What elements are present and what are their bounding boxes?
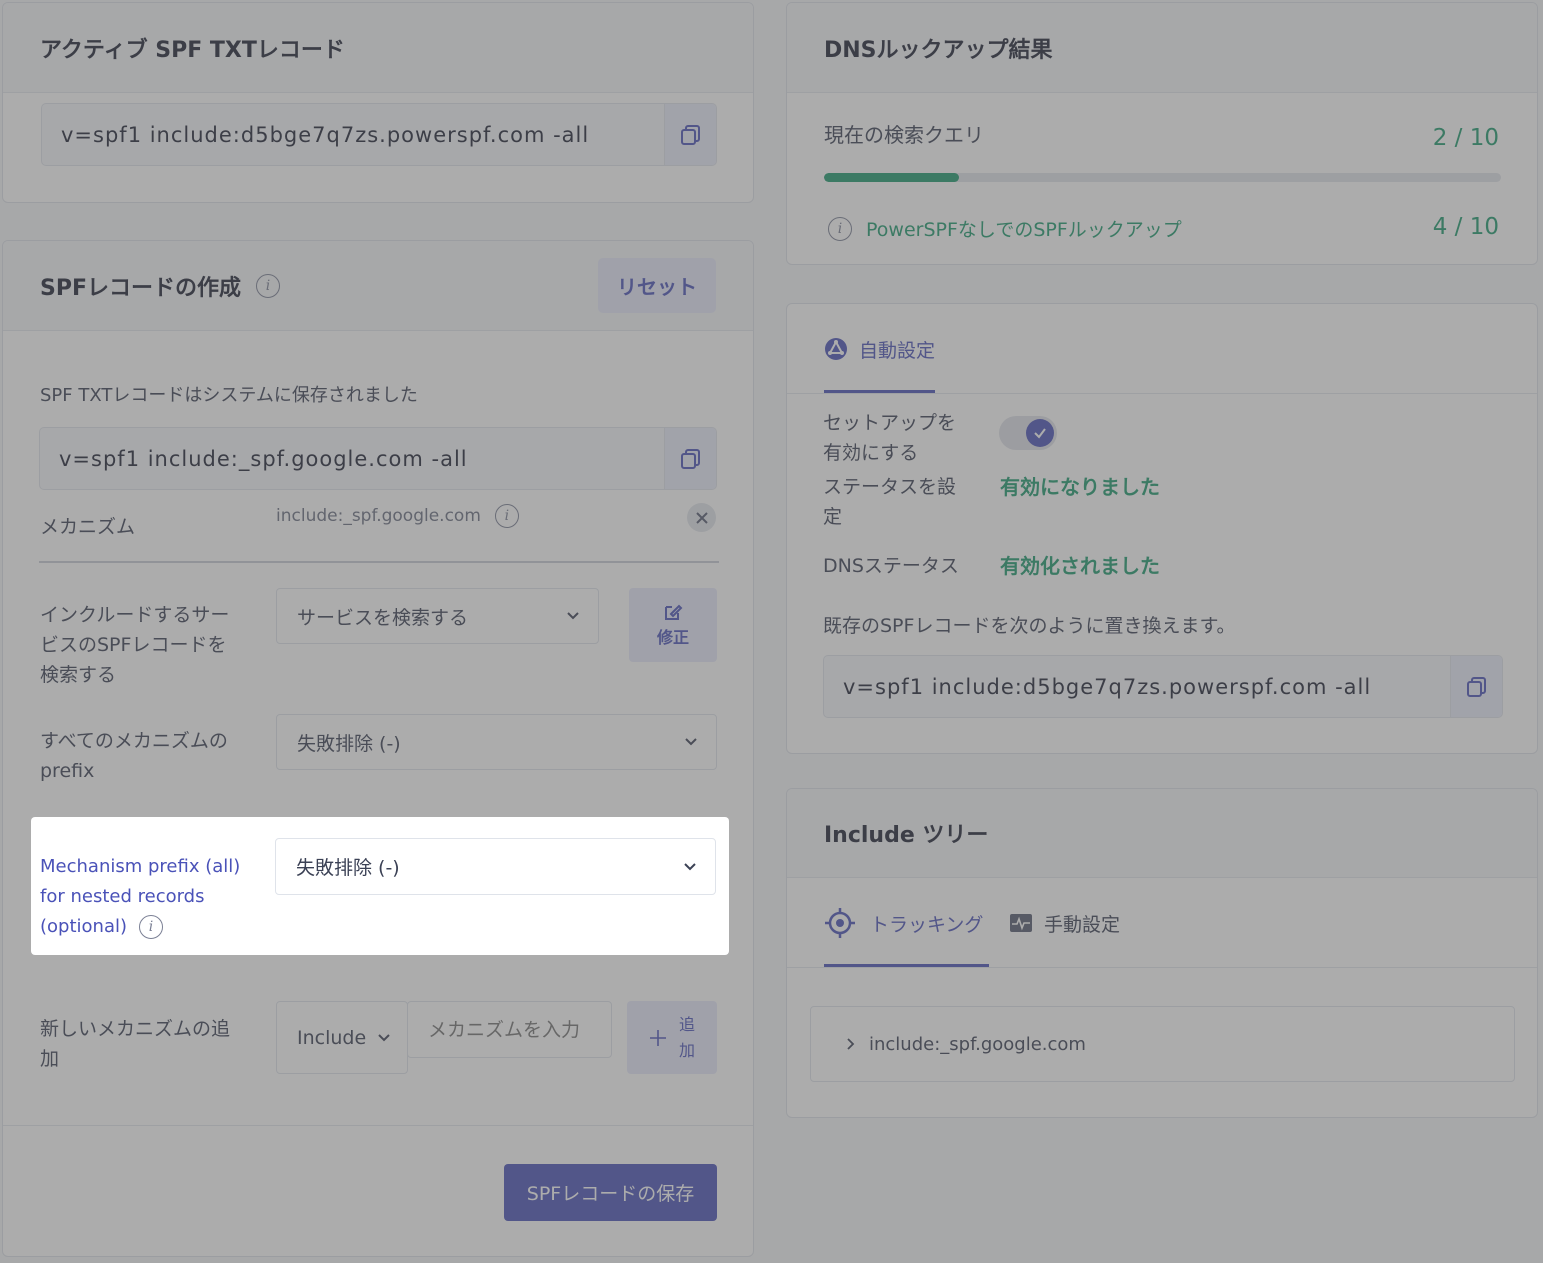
- remove-mechanism-button[interactable]: [687, 503, 716, 532]
- chevron-down-icon: [685, 738, 697, 746]
- nested-prefix-value: 失敗排除 (-): [296, 857, 400, 879]
- copy-button[interactable]: [664, 428, 716, 489]
- mechanism-label: メカニズム: [40, 516, 136, 538]
- info-icon[interactable]: i: [828, 216, 852, 241]
- spf-builder-header: SPFレコードの作成 i リセット: [3, 241, 753, 331]
- saved-record-value[interactable]: v=spf1 include:_spf.google.com -all: [40, 428, 664, 489]
- active-record-field: v=spf1 include:d5bge7q7zs.powerspf.com -…: [41, 103, 717, 166]
- active-record-title: アクティブ SPF TXTレコード: [40, 37, 345, 63]
- auto-setup-icon: [825, 338, 847, 360]
- active-record-header: アクティブ SPF TXTレコード: [3, 3, 753, 93]
- spf-builder-title: SPFレコードの作成: [40, 275, 241, 301]
- save-spf-button-label: SPFレコードの保存: [526, 1183, 695, 1205]
- current-query-count: 2 / 10: [1432, 125, 1499, 151]
- dns-status-label: DNSステータス: [823, 555, 959, 577]
- query-progress-bar: [824, 173, 1501, 182]
- mechanism-type-value: Include: [297, 1026, 367, 1049]
- all-prefix-select[interactable]: 失敗排除 (-): [276, 714, 717, 770]
- without-powerspf-row: i PowerSPFなしでのSPFルックアップ: [828, 215, 1182, 242]
- include-tree-card: Include ツリー トラッキング 手動設定 include:_spf.goo…: [786, 788, 1538, 1118]
- mechanism-value: include:_spf.google.com: [276, 506, 481, 526]
- info-icon[interactable]: i: [494, 504, 519, 528]
- tab-auto-setup[interactable]: 自動設定: [824, 332, 935, 366]
- setup-toggle[interactable]: [999, 416, 1057, 450]
- copy-icon: [1466, 676, 1486, 697]
- tab-tracking[interactable]: トラッキング: [824, 906, 983, 940]
- tab-manual-label: 手動設定: [1044, 913, 1121, 936]
- edit-icon: [665, 604, 683, 620]
- service-search-placeholder: サービスを検索する: [297, 606, 469, 629]
- reset-button-label: リセット: [617, 275, 697, 299]
- reset-button[interactable]: リセット: [598, 258, 716, 313]
- add-button[interactable]: 追 加: [627, 1001, 717, 1074]
- replace-record-value[interactable]: v=spf1 include:d5bge7q7zs.powerspf.com -…: [824, 656, 1450, 717]
- toggle-knob: [1026, 419, 1054, 447]
- info-icon[interactable]: i: [139, 915, 163, 939]
- without-powerspf-count: 4 / 10: [1432, 214, 1499, 240]
- query-progress-fill: [824, 173, 960, 182]
- nested-prefix-select[interactable]: 失敗排除 (-): [275, 838, 716, 895]
- edit-button[interactable]: 修正: [629, 588, 717, 662]
- tab-underline: [824, 390, 935, 393]
- tab-auto-setup-label: 自動設定: [859, 339, 936, 362]
- chevron-down-icon: [378, 1033, 390, 1041]
- tree-root-label: include:_spf.google.com: [869, 1033, 1086, 1055]
- nested-prefix-spotlight: Mechanism prefix (all) for nested record…: [31, 817, 729, 955]
- tab-underline: [824, 964, 989, 967]
- saved-record-field: v=spf1 include:_spf.google.com -all: [39, 427, 717, 490]
- mechanism-input[interactable]: [407, 1001, 612, 1058]
- setup-enable-label: セットアップを 有効にする: [823, 412, 957, 464]
- status-set-value: 有効になりました: [1000, 475, 1160, 499]
- close-icon: [695, 511, 708, 524]
- auto-setup-card: 自動設定 セットアップを 有効にする ステータスを設 定 有効になりました DN…: [786, 303, 1538, 754]
- nested-prefix-label: Mechanism prefix (all) for nested record…: [40, 856, 241, 939]
- include-tree-header: Include ツリー: [787, 789, 1537, 878]
- search-service-label: インクルードするサー ビスのSPFレコードを 検索する: [40, 604, 230, 686]
- replace-record-field: v=spf1 include:d5bge7q7zs.powerspf.com -…: [823, 655, 1503, 718]
- without-powerspf-label: PowerSPFなしでのSPFルックアップ: [866, 219, 1182, 241]
- copy-button[interactable]: [1450, 656, 1502, 717]
- info-icon[interactable]: i: [256, 273, 280, 298]
- current-query-label: 現在の検索クエリ: [824, 123, 984, 147]
- status-set-label: ステータスを設 定: [823, 476, 957, 528]
- footer-divider: [3, 1125, 753, 1126]
- tab-tracking-label: トラッキング: [870, 913, 984, 936]
- tree-root-item[interactable]: include:_spf.google.com: [810, 1006, 1515, 1082]
- edit-button-label: 修正: [656, 628, 689, 647]
- dns-lookup-title: DNSルックアップ結果: [824, 37, 1053, 63]
- copy-icon: [680, 448, 700, 469]
- include-tree-tabbar: トラッキング 手動設定: [787, 878, 1537, 968]
- dns-status-value: 有効化されました: [1000, 554, 1160, 578]
- include-tree-title: Include ツリー: [824, 823, 989, 848]
- add-button-label: 追 加: [678, 1014, 695, 1060]
- target-icon: [825, 908, 855, 938]
- copy-icon: [680, 124, 700, 145]
- mechanism-type-select[interactable]: Include: [276, 1001, 408, 1074]
- replace-note: 既存のSPFレコードを次のように置き換えます。: [823, 615, 1236, 637]
- divider: [39, 561, 719, 563]
- active-record-value[interactable]: v=spf1 include:d5bge7q7zs.powerspf.com -…: [42, 104, 664, 165]
- chevron-down-icon: [567, 612, 579, 620]
- chevron-down-icon: [684, 862, 696, 870]
- save-spf-button[interactable]: SPFレコードの保存: [504, 1164, 717, 1221]
- dns-lookup-card: DNSルックアップ結果 現在の検索クエリ 2 / 10 i PowerSPFなし…: [786, 2, 1538, 265]
- active-record-card: アクティブ SPF TXTレコード v=spf1 include:d5bge7q…: [2, 2, 754, 203]
- check-icon: [1034, 428, 1046, 439]
- chevron-right-icon: [847, 1038, 855, 1050]
- saved-note: SPF TXTレコードはシステムに保存されました: [40, 385, 418, 406]
- auto-setup-tabbar: 自動設定: [787, 304, 1537, 394]
- dns-lookup-header: DNSルックアップ結果: [787, 3, 1537, 93]
- all-prefix-label: すべてのメカニズムの prefix: [40, 730, 228, 782]
- tab-manual[interactable]: 手動設定: [1009, 906, 1120, 940]
- add-mechanism-label: 新しいメカニズムの追 加: [40, 1018, 231, 1070]
- all-prefix-value: 失敗排除 (-): [297, 732, 401, 755]
- copy-button[interactable]: [664, 104, 716, 165]
- activity-icon: [1010, 914, 1032, 932]
- plus-icon: [649, 1029, 666, 1046]
- service-search-select[interactable]: サービスを検索する: [276, 588, 599, 644]
- mechanism-value-row: include:_spf.google.com i: [276, 504, 519, 528]
- spf-builder-card: SPFレコードの作成 i リセット SPF TXTレコードはシステムに保存されま…: [2, 240, 754, 1257]
